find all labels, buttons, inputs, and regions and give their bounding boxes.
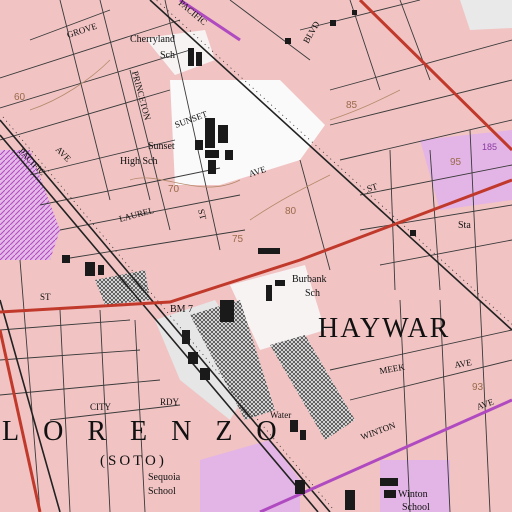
label-cherryland-school-line2: Sch <box>160 50 175 61</box>
label-benchmark: BM 7 <box>170 304 193 315</box>
contour-label: 80 <box>285 206 297 217</box>
contour-label: 70 <box>168 184 180 195</box>
contour-label: 60 <box>14 92 26 103</box>
street-label-rdy: RDY <box>160 397 180 407</box>
label-winton-school-line1: Winton <box>398 489 428 500</box>
contour-label: 95 <box>450 157 462 168</box>
street-label-city: CITY <box>90 402 111 412</box>
label-water-tank: Water <box>270 410 291 420</box>
label-sequoia-school-line2: School <box>148 486 176 497</box>
label-station: Sta <box>458 220 471 231</box>
label-burbank-school-line1: Burbank <box>292 274 326 285</box>
contour-label: 93 <box>472 382 484 393</box>
contour-label: 85 <box>346 100 358 111</box>
place-name-lorenzo: LORENZO <box>2 416 301 447</box>
street-label-st-west: ST <box>40 292 51 302</box>
label-winton-school-line2: School <box>402 502 430 512</box>
highway-shield-label: 185 <box>482 142 497 152</box>
map-canvas: HAYWAR LORENZO (SOTO) Cherryland Sch Sun… <box>0 0 512 512</box>
label-sequoia-school-line1: Sequoia <box>148 472 181 483</box>
contour-label: 75 <box>232 234 244 245</box>
label-sunset-school-line2: High Sch <box>120 156 158 167</box>
label-cherryland-school-line1: Cherryland <box>130 34 175 45</box>
label-sunset-school-line1: Sunset <box>148 141 175 152</box>
topographic-map[interactable]: HAYWAR LORENZO (SOTO) Cherryland Sch Sun… <box>0 0 512 512</box>
label-burbank-school-line2: Sch <box>305 288 320 299</box>
place-name-soto: (SOTO) <box>100 453 167 469</box>
place-name-hayward: HAYWAR <box>318 313 450 344</box>
